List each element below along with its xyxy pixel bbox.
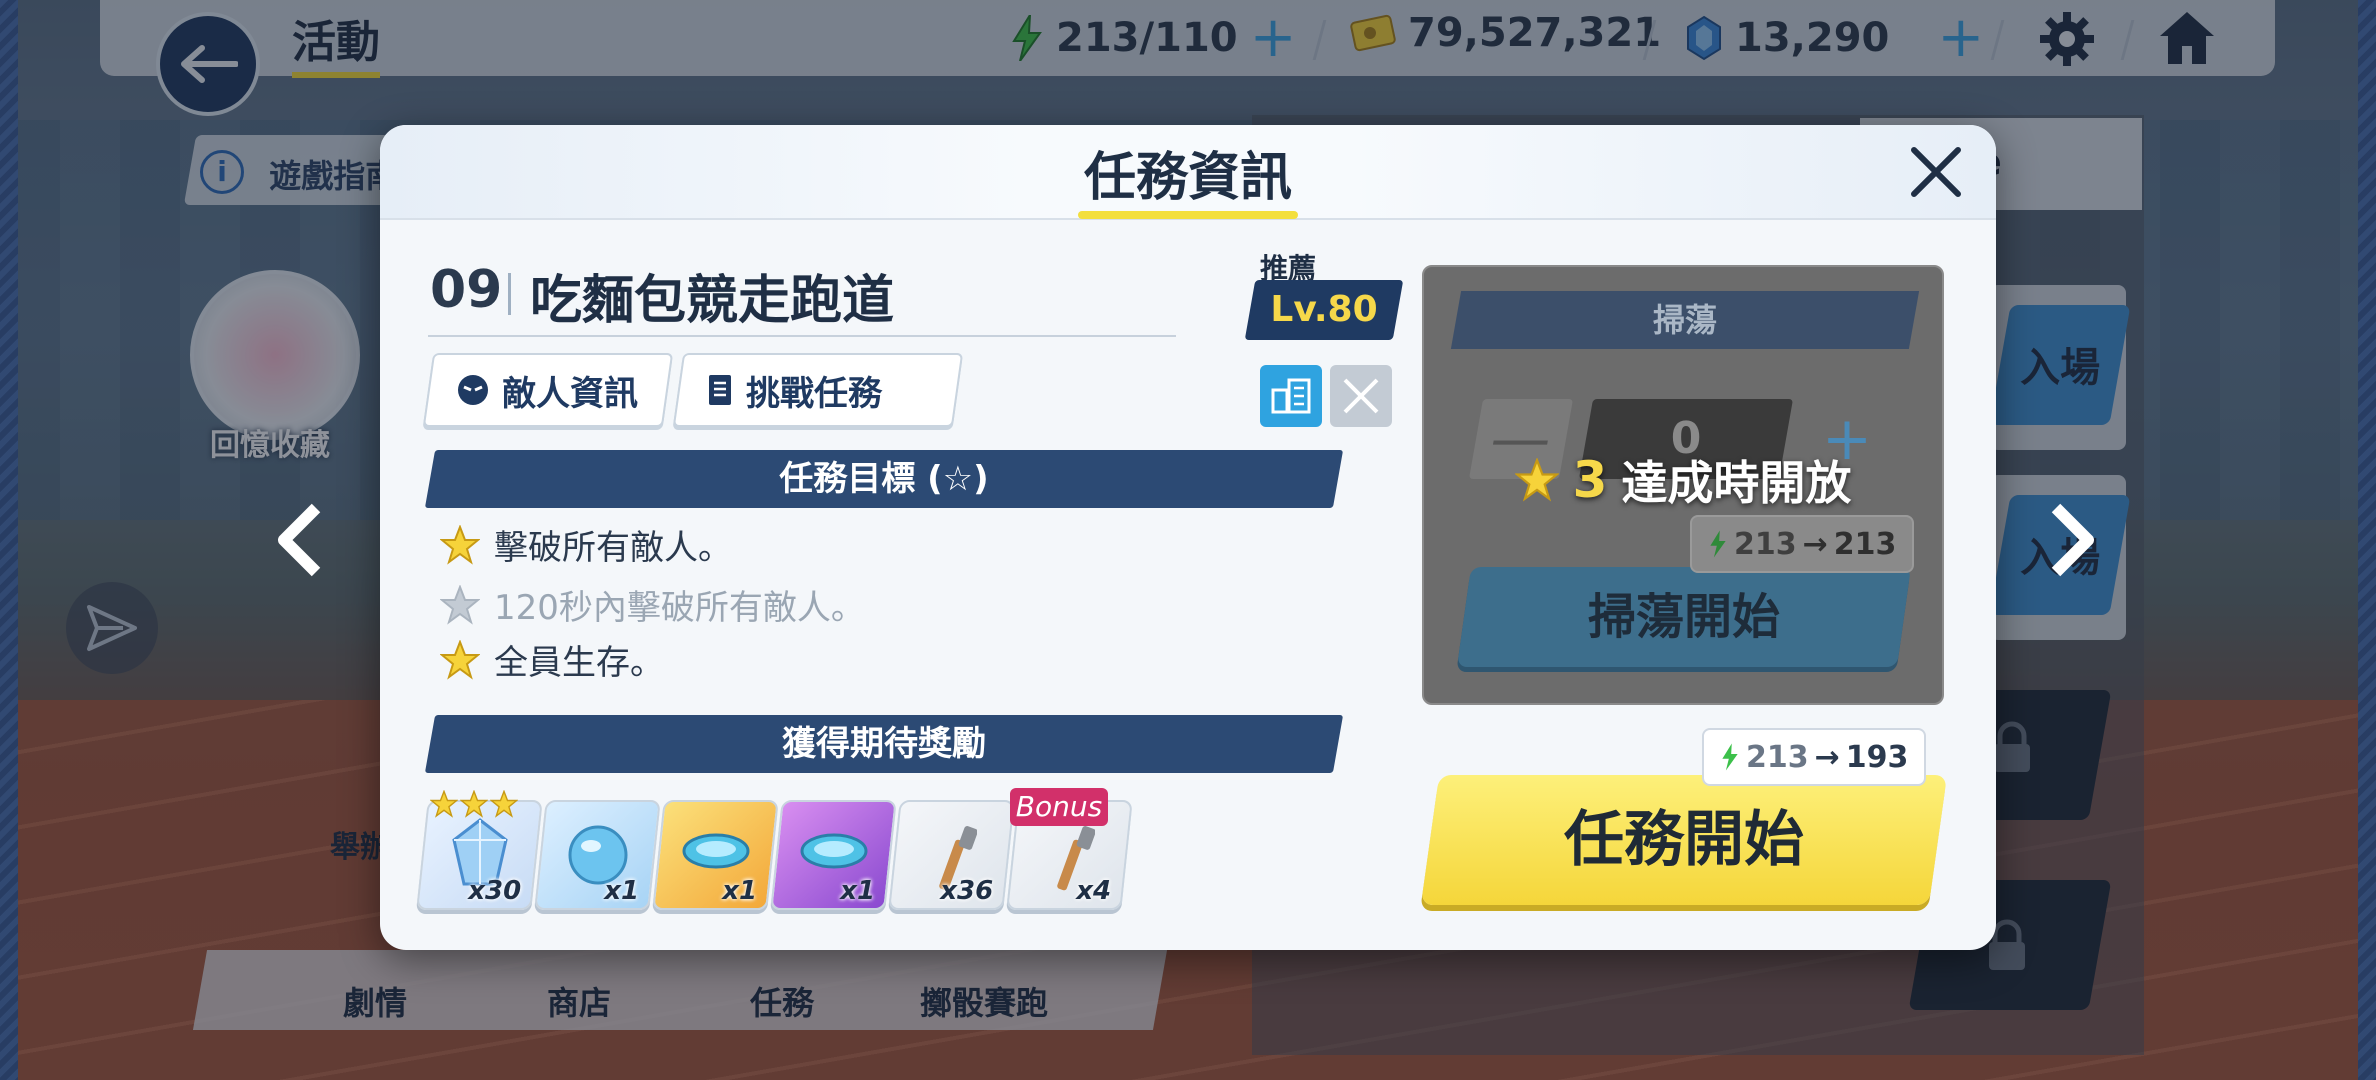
objectives-header-label: 任務目標 (☆) <box>779 459 989 499</box>
building-icon <box>1271 378 1311 414</box>
ap-to: 213 <box>1833 526 1897 562</box>
enemy-info-label: 敵人資訊 <box>502 373 638 414</box>
objective-text: 120秒內擊破所有敵人。 <box>494 588 865 628</box>
formation-button[interactable] <box>1260 365 1322 427</box>
close-button[interactable] <box>1905 141 1967 203</box>
star-empty-icon <box>440 584 480 625</box>
objective-item: 擊破所有敵人。 <box>440 520 732 569</box>
star-icon <box>430 790 458 818</box>
mission-start-label: 任務開始 <box>1564 805 1804 875</box>
sweep-start-label: 掃蕩開始 <box>1587 589 1780 645</box>
document-icon <box>709 375 731 405</box>
close-icon <box>1343 378 1379 414</box>
recommend-level: Lv.80 <box>1270 289 1378 330</box>
star-icon <box>460 790 488 818</box>
objective-item: 全員生存。 <box>440 635 664 684</box>
divider <box>428 335 1176 337</box>
reward-qty: x30 <box>468 876 522 906</box>
reward-item[interactable]: x1 <box>652 800 779 910</box>
mission-info-dialog: 任務資訊 09 吃麵包競走跑道 推薦 Lv.80 敵人資訊 挑戰任務 任務目標 … <box>380 125 1996 950</box>
star-icon <box>490 790 518 818</box>
reward-qty: x36 <box>940 876 994 906</box>
arrow-right-icon: → <box>1814 739 1840 775</box>
divider <box>508 273 511 315</box>
star-icon <box>440 524 480 565</box>
title-underline <box>1078 211 1298 219</box>
objectives-header: 任務目標 (☆) <box>424 450 1344 508</box>
enemy-icon <box>458 375 488 405</box>
reward-qty: x1 <box>840 876 876 906</box>
objective-text: 擊破所有敵人。 <box>494 528 732 568</box>
enemy-info-button[interactable]: 敵人資訊 <box>422 353 674 427</box>
objective-item: 120秒內擊破所有敵人。 <box>440 580 865 629</box>
mission-ap-cost: 213 → 193 <box>1702 728 1927 786</box>
mission-start-button[interactable]: 任務開始 <box>1420 775 1948 905</box>
ap-from: 213 <box>1746 739 1809 775</box>
reward-item[interactable]: x1 <box>770 800 897 910</box>
sweep-start-button[interactable]: 掃蕩開始 <box>1456 567 1912 667</box>
challenge-task-button[interactable]: 挑戰任務 <box>672 353 964 427</box>
lightning-icon <box>1710 530 1726 558</box>
ap-to: 193 <box>1845 739 1909 775</box>
challenge-task-label: 挑戰任務 <box>746 373 882 414</box>
chevron-right-icon <box>2051 503 2094 577</box>
stage-number: 09 <box>430 260 503 320</box>
reward-item[interactable]: x36 <box>888 800 1015 910</box>
close-icon <box>1911 147 1961 197</box>
rewards-header: 獲得期待獎勵 <box>424 715 1344 773</box>
recommend-level-badge: Lv.80 <box>1244 280 1404 340</box>
bonus-badge: Bonus <box>1010 788 1108 826</box>
unlock-text: 達成時開放 <box>1621 456 1852 510</box>
rewards-header-label: 獲得期待獎勵 <box>782 724 986 764</box>
lightning-icon <box>1722 743 1738 771</box>
sweep-panel: 掃蕩 — 0 + 3 達成時開放 掃蕩開始 213 → 213 <box>1422 265 1944 705</box>
skip-toggle-button[interactable] <box>1330 365 1392 427</box>
reward-item[interactable]: x1 <box>534 800 661 910</box>
stage-name: 吃麵包競走跑道 <box>530 271 895 331</box>
reward-qty: x4 <box>1076 876 1112 906</box>
next-stage-button[interactable] <box>2042 500 2102 580</box>
objective-text: 全員生存。 <box>494 643 664 683</box>
ap-from: 213 <box>1734 526 1797 562</box>
dialog-title: 任務資訊 <box>1083 148 1292 208</box>
reward-qty: x1 <box>604 876 640 906</box>
rarity-stars <box>430 790 518 818</box>
sweep-unlock-notice: 3 達成時開放 <box>1424 447 1942 513</box>
unlock-stars: 3 <box>1572 451 1608 509</box>
sweep-title: 掃蕩 <box>1652 301 1717 339</box>
star-icon <box>1514 458 1559 502</box>
arrow-right-icon: → <box>1802 526 1828 562</box>
star-icon <box>440 639 480 680</box>
reward-qty: x1 <box>722 876 758 906</box>
sweep-ap-cost: 213 → 213 <box>1690 515 1915 573</box>
prev-stage-button[interactable] <box>270 500 330 580</box>
sweep-header: 掃蕩 <box>1450 291 1920 349</box>
chevron-left-icon <box>278 503 321 577</box>
